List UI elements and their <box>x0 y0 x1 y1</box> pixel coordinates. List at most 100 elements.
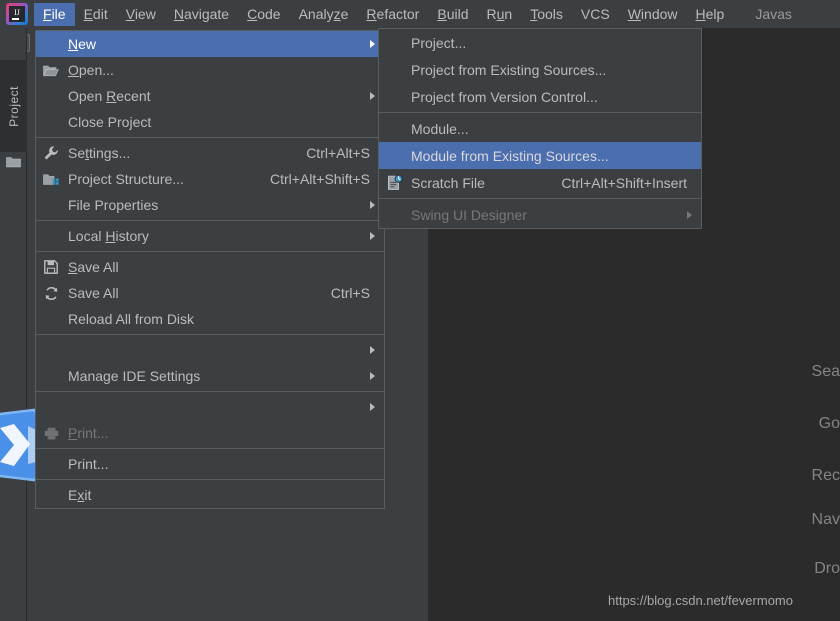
menubar-item-refactor[interactable]: Refactor <box>357 3 428 26</box>
folder-open-icon <box>43 62 59 78</box>
menubar-item-code[interactable]: Code <box>238 3 289 26</box>
left-tool-window-bar: Project <box>0 28 27 621</box>
chevron-right-icon <box>370 403 375 411</box>
menu-item-print: Print... <box>36 420 384 446</box>
menubar-item-file[interactable]: File <box>34 2 75 26</box>
menu-item-save-all-label: Save All <box>68 259 119 275</box>
menu-item-settings-accelerator: Ctrl+Alt+S <box>306 145 370 161</box>
submenu-item-project[interactable]: Project... <box>379 29 701 56</box>
menu-item-save-all[interactable]: Save All <box>36 254 384 280</box>
submenu-item-project-from-version-control-label: Project from Version Control... <box>411 88 598 105</box>
menu-item-file-properties[interactable]: File Properties <box>36 192 384 218</box>
menu-item-new[interactable]: New <box>36 31 384 57</box>
submenu-item-scratch-file[interactable]: Scratch File Ctrl+Alt+Shift+Insert <box>379 169 701 196</box>
menubar-item-build[interactable]: Build <box>428 3 477 26</box>
menu-item-project-structure-accelerator: Ctrl+Alt+Shift+S <box>270 171 370 187</box>
logo-underbar <box>12 18 19 20</box>
menubar-item-window[interactable]: Window <box>619 3 687 26</box>
chevron-right-icon <box>370 232 375 240</box>
submenu-item-project-from-existing-sources[interactable]: Project from Existing Sources... <box>379 56 701 83</box>
menu-item-manage-ide-settings[interactable] <box>36 337 384 363</box>
menu-item-new-projects-settings-label: Manage IDE Settings <box>68 368 201 384</box>
file-menu-popup: New Open... Open Recent Close Project Se… <box>35 30 385 509</box>
page-watermark: https://blog.csdn.net/fevermomo <box>608 593 793 608</box>
menu-item-new-projects-settings[interactable]: Manage IDE Settings <box>36 363 384 389</box>
menu-item-open-recent-label: Open Recent <box>68 88 151 104</box>
menu-item-open-label: Open... <box>68 62 114 78</box>
editor-hint-navigation: Nav <box>811 511 840 528</box>
chevron-right-icon <box>370 40 375 48</box>
editor-hint-recent: Rec <box>811 467 840 484</box>
menu-item-project-structure-label: Project Structure... <box>68 171 184 187</box>
folder-icon[interactable] <box>6 156 21 168</box>
menubar-item-navigate[interactable]: Navigate <box>165 3 238 26</box>
submenu-item-module-from-existing-sources[interactable]: Module from Existing Sources... <box>379 142 701 169</box>
menu-item-invalidate-caches[interactable]: Reload All from Disk <box>36 306 384 332</box>
menubar-trailing-label: Javas <box>755 6 792 22</box>
logo-ij-text: IJ <box>14 7 20 17</box>
menu-item-project-structure[interactable]: Project Structure... Ctrl+Alt+Shift+S <box>36 166 384 192</box>
menu-item-close-project[interactable]: Close Project <box>36 109 384 135</box>
submenu-item-scratch-file-label: Scratch File <box>411 174 485 191</box>
menu-item-reload-all-from-disk[interactable]: Save All Ctrl+S <box>36 280 384 306</box>
submenu-item-project-label: Project... <box>411 34 467 51</box>
menu-separator <box>36 448 384 449</box>
menu-item-power-save-mode[interactable]: Print... <box>36 451 384 477</box>
save-icon <box>43 259 59 275</box>
menu-item-settings[interactable]: Settings... Ctrl+Alt+S <box>36 140 384 166</box>
menu-item-new-label: New <box>68 36 97 52</box>
editor-hint-drop: Dro <box>814 560 840 577</box>
submenu-item-swing-ui-designer-label: Swing UI Designer <box>411 206 527 223</box>
menu-item-file-properties-label: File Properties <box>68 197 159 213</box>
submenu-item-swing-ui-designer: Swing UI Designer <box>379 201 701 228</box>
menu-separator <box>36 220 384 221</box>
chevron-right-icon <box>370 201 375 209</box>
menu-item-reload-all-from-disk-label: Save All <box>68 285 119 301</box>
project-structure-icon <box>43 171 59 187</box>
wrench-icon <box>43 145 59 161</box>
menu-separator <box>36 251 384 252</box>
intellij-idea-logo-icon: IJ <box>6 3 28 25</box>
submenu-item-project-from-existing-sources-label: Project from Existing Sources... <box>411 61 607 78</box>
submenu-item-module-label: Module... <box>411 120 469 137</box>
chevron-right-icon <box>370 92 375 100</box>
tool-window-tab-project[interactable]: Project <box>0 60 27 152</box>
submenu-item-module-from-existing-sources-label: Module from Existing Sources... <box>411 147 609 164</box>
menu-item-reload-all-from-disk-accelerator: Ctrl+S <box>330 285 370 301</box>
submenu-item-module[interactable]: Module... <box>379 115 701 142</box>
menu-item-invalidate-caches-label: Reload All from Disk <box>68 311 195 327</box>
new-submenu-popup: Project... Project from Existing Sources… <box>378 28 702 229</box>
submenu-item-project-from-version-control[interactable]: Project from Version Control... <box>379 83 701 110</box>
editor-hint-goto: Go <box>818 415 840 432</box>
chevron-right-icon <box>370 346 375 354</box>
menubar-item-run[interactable]: Run <box>478 3 522 26</box>
menubar-item-vcs[interactable]: VCS <box>572 3 619 26</box>
menu-separator <box>36 391 384 392</box>
menu-item-exit[interactable]: Exit <box>36 482 384 508</box>
menubar-item-analyze[interactable]: Analyze <box>290 3 358 26</box>
printer-icon <box>43 425 59 441</box>
menubar-item-help[interactable]: Help <box>687 3 734 26</box>
menu-item-local-history[interactable]: Local History <box>36 223 384 249</box>
chevron-right-icon <box>687 210 692 219</box>
menu-item-settings-label: Settings... <box>68 145 131 161</box>
menu-item-open-recent[interactable]: Open Recent <box>36 83 384 109</box>
menu-separator <box>379 112 701 113</box>
menu-item-power-save-mode-label: Print... <box>68 456 109 472</box>
menu-item-close-project-label: Close Project <box>68 114 152 130</box>
menu-separator <box>36 334 384 335</box>
menubar-item-view[interactable]: View <box>117 3 165 26</box>
scratch-file-icon <box>386 174 403 191</box>
editor-hint-search: Sea <box>811 363 840 380</box>
menu-separator <box>36 479 384 480</box>
submenu-item-scratch-file-accelerator: Ctrl+Alt+Shift+Insert <box>561 174 687 191</box>
reload-icon <box>43 285 59 301</box>
logo-inner: IJ <box>9 6 25 22</box>
menu-item-open[interactable]: Open... <box>36 57 384 83</box>
main-menu-bar: IJ File Edit View Navigate Code Analyze … <box>0 0 840 28</box>
menubar-item-tools[interactable]: Tools <box>521 3 572 26</box>
chevron-right-icon <box>370 372 375 380</box>
menu-item-print-label: Print... <box>68 425 109 441</box>
menubar-item-edit[interactable]: Edit <box>75 3 117 26</box>
menu-item-export[interactable] <box>36 394 384 420</box>
